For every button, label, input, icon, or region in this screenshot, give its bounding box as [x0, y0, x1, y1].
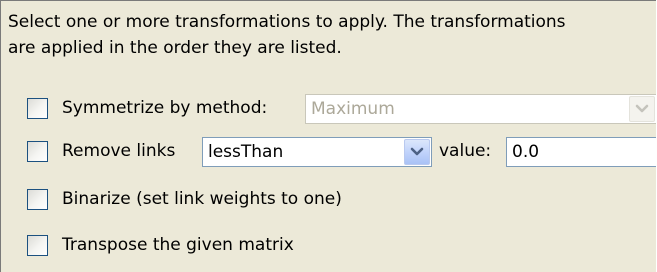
- symmetrize-method-select[interactable]: Maximum: [305, 94, 656, 124]
- transpose-row: Transpose the given matrix: [1, 229, 656, 263]
- remove-links-label[interactable]: Remove links: [62, 140, 175, 162]
- binarize-label[interactable]: Binarize (set link weights to one): [62, 188, 342, 210]
- symmetrize-checkbox[interactable]: [27, 98, 48, 119]
- transpose-label[interactable]: Transpose the given matrix: [62, 234, 294, 256]
- remove-links-value-input[interactable]: [512, 141, 656, 163]
- instructions-text: Select one or more transformations to ap…: [8, 9, 654, 61]
- remove-links-value-field[interactable]: [506, 137, 656, 167]
- symmetrize-row: Symmetrize by method: Maximum: [1, 92, 656, 126]
- transformations-panel: Select one or more transformations to ap…: [0, 0, 656, 272]
- symmetrize-method-dropdown-button[interactable]: [629, 96, 655, 122]
- instructions-line-1: Select one or more transformations to ap…: [8, 12, 566, 32]
- remove-links-checkbox[interactable]: [27, 141, 48, 162]
- instructions-line-2: are applied in the order they are listed…: [8, 38, 342, 58]
- remove-links-row: Remove links lessThan value:: [1, 135, 656, 169]
- binarize-row: Binarize (set link weights to one): [1, 183, 656, 217]
- binarize-checkbox[interactable]: [27, 189, 48, 210]
- remove-links-operator-select[interactable]: lessThan: [202, 137, 432, 167]
- symmetrize-label[interactable]: Symmetrize by method:: [62, 97, 267, 119]
- remove-links-operator-dropdown-button[interactable]: [404, 139, 430, 165]
- remove-links-operator-value: lessThan: [208, 142, 284, 162]
- symmetrize-method-value: Maximum: [311, 99, 395, 119]
- chevron-down-icon: [635, 104, 649, 113]
- transpose-checkbox[interactable]: [27, 235, 48, 256]
- remove-links-value-label: value:: [439, 141, 492, 161]
- chevron-down-icon: [410, 147, 424, 156]
